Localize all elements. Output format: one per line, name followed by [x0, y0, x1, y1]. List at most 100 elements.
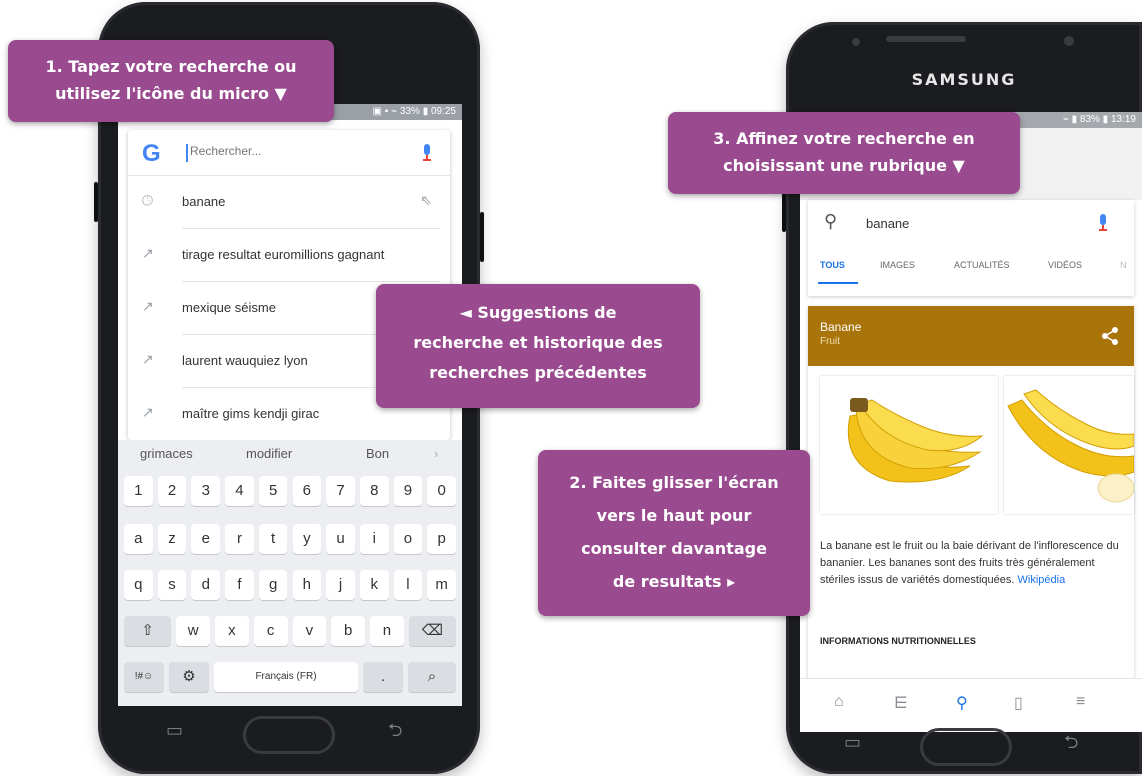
home-button[interactable]: [920, 728, 1012, 766]
callout-step-2: 2. Faites glisser l'écran vers le haut p…: [538, 450, 810, 616]
keyboard-key[interactable]: 3: [191, 476, 221, 506]
microphone-icon[interactable]: [1098, 214, 1108, 232]
menu-icon[interactable]: ≡: [1076, 693, 1085, 711]
wikipedia-link[interactable]: Wikipédia: [1018, 574, 1066, 586]
keyboard-key[interactable]: u: [326, 524, 355, 554]
active-tab-indicator: [818, 282, 858, 284]
list-item[interactable]: ↗ tirage resultat euromillions gagnant: [128, 229, 450, 282]
search-input[interactable]: [190, 144, 390, 158]
tab-actualites[interactable]: ACTUALITÉS: [954, 260, 1010, 270]
keyboard-key[interactable]: l: [393, 570, 423, 600]
keyboard-key[interactable]: i: [359, 524, 389, 554]
knowledge-panel-images: [820, 376, 1134, 518]
back-icon[interactable]: ⮌: [388, 718, 402, 748]
keyboard-key[interactable]: z: [157, 524, 187, 554]
callout-step-1: 1. Tapez votre recherche ou utilisez l'i…: [8, 40, 334, 122]
keyboard-key[interactable]: a: [124, 524, 153, 554]
front-camera: [1064, 36, 1074, 46]
home-icon[interactable]: ⌂: [834, 693, 844, 711]
keyboard-key[interactable]: 4: [225, 476, 254, 506]
keyboard-key[interactable]: ⌫: [408, 616, 456, 646]
result-tabs: TOUS IMAGES ACTUALITÉS VIDÉOS N: [808, 248, 1134, 282]
keyboard-key[interactable]: .: [363, 662, 403, 692]
recent-apps-icon[interactable]: ▭: [844, 732, 861, 753]
search-icon[interactable]: ⚲: [956, 693, 968, 713]
suggestion-text: tirage resultat euromillions gagnant: [182, 247, 385, 262]
tab-tous[interactable]: TOUS: [820, 260, 845, 270]
keyboard-key[interactable]: j: [326, 570, 355, 600]
keyboard-key[interactable]: 5: [258, 476, 288, 506]
description-text: La banane est le fruit ou la baie dériva…: [820, 540, 1119, 586]
keyboard-key[interactable]: 8: [359, 476, 389, 506]
microphone-icon[interactable]: [422, 144, 432, 162]
callout-suggestions: ◄ Suggestions de recherche et historique…: [376, 284, 700, 408]
right-screen: ⌁ ▮ 83% ▮ 13:19 ⚲ banane TOUS IMAGES ACT…: [800, 112, 1142, 732]
word-suggestion[interactable]: Bon: [366, 446, 389, 461]
keyboard-key[interactable]: ⇧: [124, 616, 172, 646]
keyboard-key[interactable]: 9: [393, 476, 423, 506]
keyboard-key[interactable]: ⚙: [169, 662, 209, 692]
share-icon[interactable]: [1100, 326, 1120, 346]
keyboard-key[interactable]: s: [157, 570, 187, 600]
keyboard: grimaces modifier Bon › 1234567890 azerty…: [118, 440, 462, 706]
history-icon: 🕓︎: [142, 192, 154, 208]
recent-apps-icon[interactable]: ▭: [166, 720, 183, 741]
power-button: [480, 212, 484, 262]
fill-query-arrow-icon[interactable]: ⇖: [420, 192, 432, 209]
back-icon[interactable]: ⮌: [1064, 730, 1078, 760]
home-button[interactable]: [243, 716, 335, 754]
keyboard-key[interactable]: w: [176, 616, 210, 646]
keyboard-key[interactable]: 7: [326, 476, 355, 506]
keyboard-key[interactable]: m: [427, 570, 456, 600]
keyboard-key[interactable]: 6: [292, 476, 322, 506]
keyboard-key[interactable]: g: [258, 570, 288, 600]
sensor: [852, 38, 860, 46]
tab-more[interactable]: N: [1120, 260, 1127, 270]
keyboard-key[interactable]: t: [258, 524, 288, 554]
suggestion-text: laurent wauquiez lyon: [182, 353, 308, 368]
keyboard-key[interactable]: k: [359, 570, 389, 600]
keyboard-key[interactable]: f: [225, 570, 254, 600]
keyboard-key[interactable]: x: [215, 616, 249, 646]
nutrition-section-heading: INFORMATIONS NUTRITIONNELLES: [820, 636, 976, 646]
search-bar[interactable]: G: [128, 130, 450, 176]
keyboard-key[interactable]: y: [292, 524, 322, 554]
keyboard-key[interactable]: p: [427, 524, 456, 554]
keyboard-key[interactable]: d: [191, 570, 221, 600]
knowledge-panel: Banane Fruit La banane est le fruit ou l…: [808, 306, 1134, 690]
trending-icon: ↗: [142, 404, 154, 420]
more-suggestions-icon[interactable]: ›: [434, 446, 438, 461]
banana-image[interactable]: [1004, 376, 1134, 514]
keyboard-key[interactable]: h: [292, 570, 322, 600]
knowledge-panel-header[interactable]: Banane Fruit: [808, 306, 1134, 366]
word-suggestion[interactable]: grimaces: [140, 446, 193, 461]
keyboard-key[interactable]: q: [124, 570, 153, 600]
keyboard-key[interactable]: o: [393, 524, 423, 554]
tab-videos[interactable]: VIDÉOS: [1048, 260, 1082, 270]
banana-image[interactable]: [820, 376, 998, 514]
keyboard-key[interactable]: !#☺: [124, 662, 164, 692]
keyboard-key[interactable]: 1: [124, 476, 153, 506]
keyboard-key[interactable]: ⌕: [408, 662, 456, 692]
keyboard-key[interactable]: 2: [157, 476, 187, 506]
updates-icon[interactable]: ⋿: [894, 693, 908, 713]
keyboard-key[interactable]: Français (FR): [214, 662, 358, 692]
keyboard-key[interactable]: e: [191, 524, 221, 554]
results-search-card: ⚲ banane TOUS IMAGES ACTUALITÉS VIDÉOS N: [808, 200, 1134, 296]
tab-images[interactable]: IMAGES: [880, 260, 915, 270]
keyboard-key[interactable]: 0: [427, 476, 456, 506]
keyboard-key[interactable]: b: [331, 616, 365, 646]
keyboard-key[interactable]: v: [292, 616, 327, 646]
google-logo-icon: G: [142, 140, 161, 167]
suggestion-text: mexique séisme: [182, 300, 276, 315]
search-query[interactable]: banane: [866, 216, 909, 231]
keyboard-key[interactable]: r: [225, 524, 254, 554]
volume-button: [94, 182, 98, 222]
tabs-icon[interactable]: ▯: [1014, 693, 1023, 713]
list-item[interactable]: 🕓︎ banane ⇖: [128, 176, 450, 229]
search-bar[interactable]: ⚲ banane: [808, 200, 1134, 248]
word-suggestion[interactable]: modifier: [246, 446, 292, 461]
keyboard-key[interactable]: c: [253, 616, 288, 646]
tutorial-stage: ▣ ▪ ⌁ 33% ▮ 09:25 G 🕓︎ banane ⇖: [0, 0, 1142, 776]
keyboard-key[interactable]: n: [370, 616, 404, 646]
